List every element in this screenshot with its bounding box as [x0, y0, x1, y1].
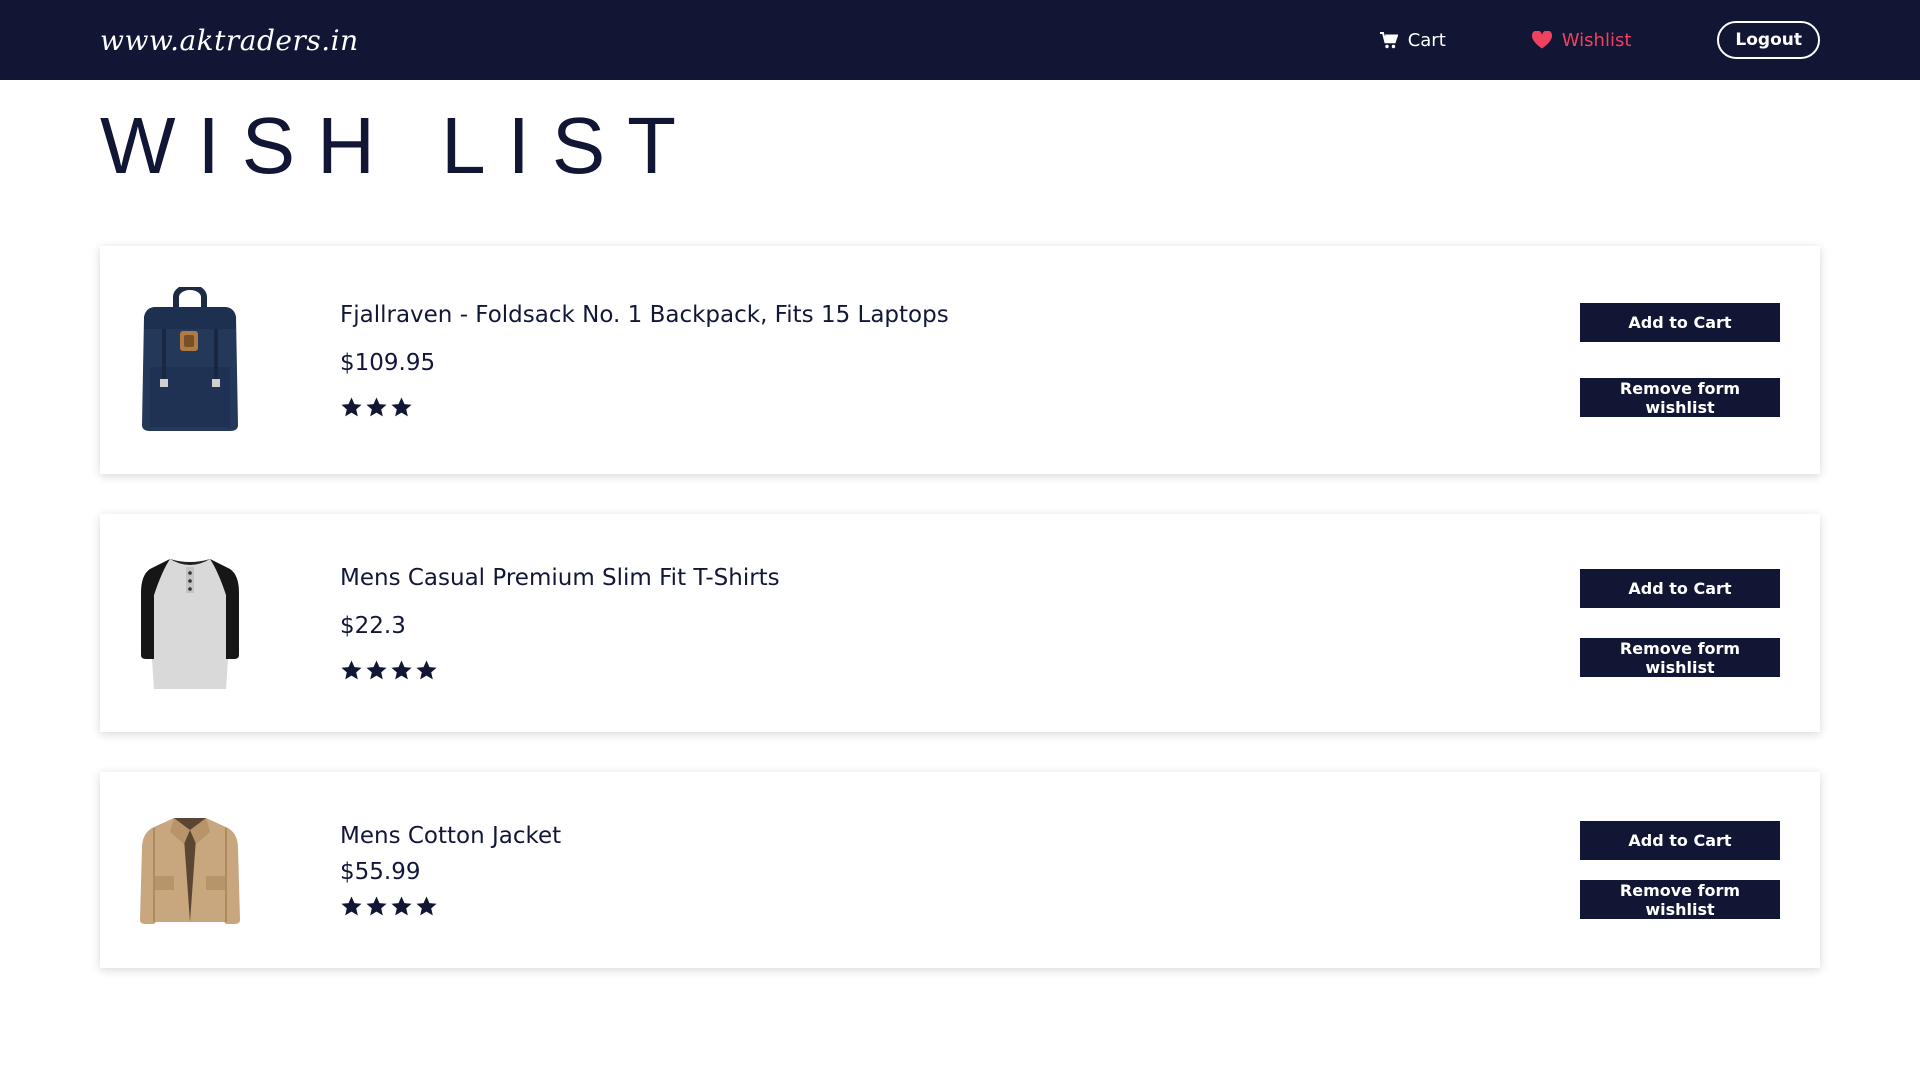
logout-button[interactable]: Logout	[1717, 21, 1820, 59]
product-image[interactable]	[140, 285, 240, 435]
product-image[interactable]	[140, 795, 240, 945]
star-icon	[366, 659, 387, 679]
rating-stars	[340, 659, 1580, 682]
star-icon	[341, 659, 362, 679]
backpack-image	[142, 287, 238, 431]
star-icon	[416, 895, 437, 915]
product-price: $109.95	[340, 349, 436, 376]
star-icon	[391, 895, 412, 915]
product-info: Fjallraven - Foldsack No. 1 Backpack, Fi…	[340, 302, 1580, 419]
item-actions: Add to Cart Remove form wishlist	[1580, 821, 1780, 919]
product-price: $55.99	[340, 858, 421, 885]
product-info: Mens Casual Premium Slim Fit T-Shirts $2…	[340, 565, 1580, 682]
nav-cart-label: Cart	[1407, 29, 1446, 51]
navbar: www.aktraders.in Cart Wishlist Logout	[0, 0, 1920, 80]
tshirt-image	[141, 559, 239, 689]
wishlist-item: Mens Casual Premium Slim Fit T-Shirts $2…	[100, 514, 1820, 732]
star-icon	[391, 659, 412, 679]
star-icon	[366, 895, 387, 915]
add-to-cart-button[interactable]: Add to Cart	[1580, 569, 1780, 608]
remove-from-wishlist-button[interactable]: Remove form wishlist	[1580, 378, 1780, 417]
add-to-cart-button[interactable]: Add to Cart	[1580, 821, 1780, 860]
cart-icon	[1379, 31, 1398, 49]
heart-icon	[1531, 31, 1552, 49]
product-image[interactable]	[140, 548, 240, 698]
star-icon	[416, 659, 437, 679]
item-actions: Add to Cart Remove form wishlist	[1580, 303, 1780, 417]
product-info: Mens Cotton Jacket $55.99	[340, 823, 1580, 918]
product-title[interactable]: Mens Cotton Jacket	[340, 823, 1580, 849]
remove-from-wishlist-button[interactable]: Remove form wishlist	[1580, 638, 1780, 677]
page-title: WISH LIST	[100, 101, 699, 190]
product-price: $22.3	[340, 612, 406, 639]
product-title[interactable]: Fjallraven - Foldsack No. 1 Backpack, Fi…	[340, 302, 1580, 328]
remove-from-wishlist-button[interactable]: Remove form wishlist	[1580, 880, 1780, 919]
star-icon	[391, 396, 412, 416]
add-to-cart-button[interactable]: Add to Cart	[1580, 303, 1780, 342]
star-icon	[341, 895, 362, 915]
rating-stars	[340, 895, 1580, 918]
nav-wishlist-label: Wishlist	[1561, 29, 1632, 51]
star-icon	[341, 396, 362, 416]
rating-stars	[340, 396, 1580, 419]
brand-logo[interactable]: www.aktraders.in	[100, 24, 359, 57]
nav-wishlist-link[interactable]: Wishlist	[1531, 29, 1632, 51]
wishlist-item: Mens Cotton Jacket $55.99 Add to Cart Re…	[100, 772, 1820, 968]
wishlist-item: Fjallraven - Foldsack No. 1 Backpack, Fi…	[100, 246, 1820, 474]
nav-right: Cart Wishlist Logout	[1379, 21, 1820, 59]
product-title[interactable]: Mens Casual Premium Slim Fit T-Shirts	[340, 565, 1580, 591]
wishlist-list: Fjallraven - Foldsack No. 1 Backpack, Fi…	[100, 246, 1820, 968]
jacket-image	[140, 818, 240, 924]
nav-cart-link[interactable]: Cart	[1379, 29, 1446, 51]
item-actions: Add to Cart Remove form wishlist	[1580, 569, 1780, 677]
star-icon	[366, 396, 387, 416]
